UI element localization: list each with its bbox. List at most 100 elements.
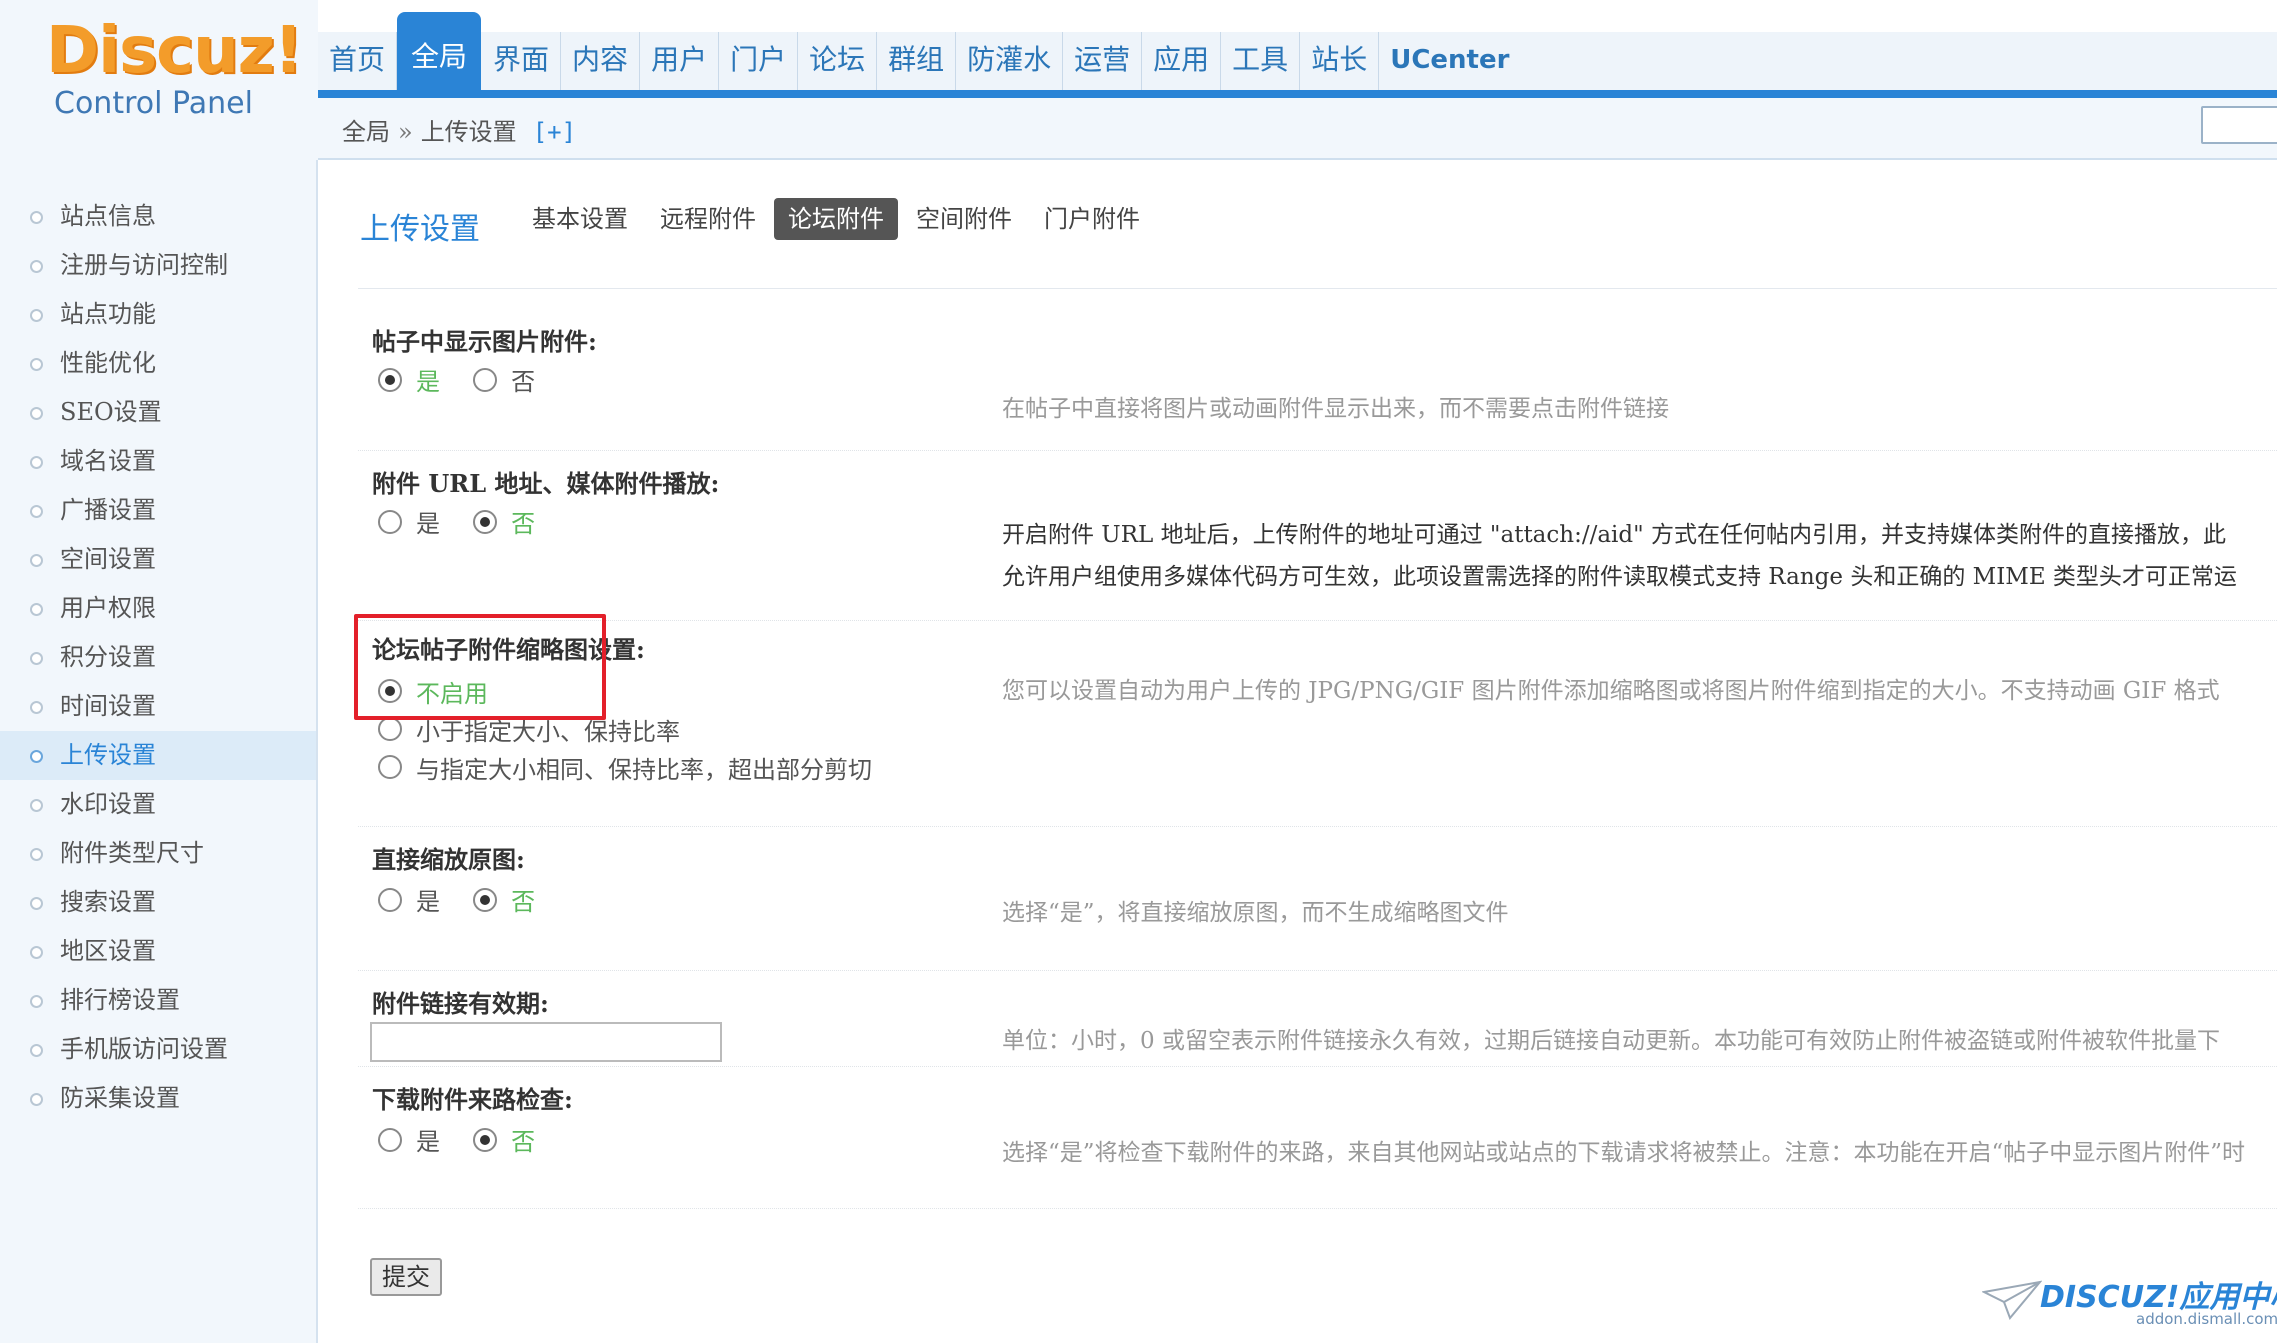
radio-no[interactable]: 否 xyxy=(473,882,535,917)
watermark: DISCUZ!应用中心 addon.dismall.com xyxy=(1982,1272,2277,1332)
radio-button[interactable] xyxy=(473,367,498,392)
nav-global[interactable]: 全局 xyxy=(397,12,482,90)
sidebar-item-label: 上传设置 xyxy=(60,741,156,769)
radio-no[interactable]: 否 xyxy=(473,362,535,397)
nav-users[interactable]: 用户 xyxy=(640,32,720,90)
sidebar-item-time[interactable]: 时间设置 xyxy=(0,682,316,731)
sidebar-item-label: 时间设置 xyxy=(60,692,156,720)
sidebar-item-performance[interactable]: 性能优化 xyxy=(0,339,316,388)
sidebar-item-seo[interactable]: SEO设置 xyxy=(0,388,316,437)
radio-group: 是 否 xyxy=(378,1122,563,1157)
bullet-icon xyxy=(30,1093,43,1106)
sidebar-item-label: 搜索设置 xyxy=(60,888,156,916)
radio-no[interactable]: 否 xyxy=(473,1122,535,1157)
radio-button[interactable] xyxy=(378,887,402,912)
sidebar-item-site-functions[interactable]: 站点功能 xyxy=(0,290,316,339)
sidebar-item-space[interactable]: 空间设置 xyxy=(0,535,316,584)
sidebar-item-broadcast[interactable]: 广播设置 xyxy=(0,486,316,535)
nav-ucenter[interactable]: UCenter xyxy=(1379,32,1520,90)
setting-label: 直接缩放原图: xyxy=(372,845,525,874)
tab-space-attachments[interactable]: 空间附件 xyxy=(902,198,1026,240)
bullet-icon xyxy=(30,946,43,959)
tabs-row: 上传设置 基本设置 远程附件 论坛附件 空间附件 门户附件 xyxy=(358,198,2277,289)
submit-button[interactable]: 提交 xyxy=(370,1258,442,1296)
tab-remote[interactable]: 远程附件 xyxy=(646,198,770,240)
add-shortcut-button[interactable]: [+] xyxy=(533,118,576,146)
nav-groups[interactable]: 群组 xyxy=(877,32,957,90)
paper-plane-icon xyxy=(1982,1280,2042,1320)
radio-button[interactable] xyxy=(378,1127,402,1152)
nav-antispam[interactable]: 防灌水 xyxy=(956,32,1064,90)
nav-portal[interactable]: 门户 xyxy=(719,32,799,90)
nav-operations[interactable]: 运营 xyxy=(1063,32,1143,90)
expiry-hours-input[interactable] xyxy=(370,1022,722,1062)
sidebar-item-label: 广播设置 xyxy=(60,496,156,524)
radio-yes[interactable]: 是 xyxy=(378,1122,440,1157)
nav-underline xyxy=(318,90,2277,98)
radio-yes[interactable]: 是 xyxy=(378,362,440,397)
bullet-icon xyxy=(30,799,43,812)
sidebar-item-label: 空间设置 xyxy=(60,545,156,573)
sidebar-item-credits[interactable]: 积分设置 xyxy=(0,633,316,682)
bullet-icon xyxy=(30,750,43,763)
sidebar-item-watermark[interactable]: 水印设置 xyxy=(0,780,316,829)
radio-button[interactable] xyxy=(473,1127,498,1152)
setting-direct-resize-body: 直接缩放原图: 是 否 选择“是”，将直接缩放原图，而不生成缩略图文件 xyxy=(358,826,2277,971)
nav-home[interactable]: 首页 xyxy=(318,32,398,90)
highlight-box xyxy=(354,614,606,720)
sidebar-item-register-access[interactable]: 注册与访问控制 xyxy=(0,241,316,290)
setting-label: 帖子中显示图片附件: xyxy=(372,327,597,356)
radio-button[interactable] xyxy=(473,887,498,912)
sidebar-item-anti-scrape[interactable]: 防采集设置 xyxy=(0,1074,316,1123)
option-label: 与指定大小相同、保持比率，超出部分剪切 xyxy=(416,755,872,784)
sidebar-item-user-permissions[interactable]: 用户权限 xyxy=(0,584,316,633)
sidebar-item-label: SEO设置 xyxy=(60,398,162,426)
nav-interface[interactable]: 界面 xyxy=(482,32,562,90)
sidebar-item-label: 手机版访问设置 xyxy=(60,1035,228,1063)
main-content: 上传设置 基本设置 远程附件 论坛附件 空间附件 门户附件 帖子中显示图片附件:… xyxy=(354,160,2277,1343)
sidebar-item-region[interactable]: 地区设置 xyxy=(0,927,316,976)
tab-basic[interactable]: 基本设置 xyxy=(518,198,642,240)
breadcrumb-separator: » xyxy=(398,118,413,146)
nav-content[interactable]: 内容 xyxy=(561,32,641,90)
sidebar-item-ranking[interactable]: 排行榜设置 xyxy=(0,976,316,1025)
radio-group: 是 否 xyxy=(378,504,563,539)
radio-button[interactable] xyxy=(378,509,402,534)
sidebar-item-label: 性能优化 xyxy=(60,349,156,377)
setting-description: 您可以设置自动为用户上传的 JPG/PNG/GIF 图片附件添加缩略图或将图片附… xyxy=(1002,678,2220,704)
tab-forum-attachments[interactable]: 论坛附件 xyxy=(774,198,898,240)
sidebar-item-site-info[interactable]: 站点信息 xyxy=(0,192,316,241)
page-title: 上传设置 xyxy=(360,212,480,247)
breadcrumb-bar: 全局 » 上传设置 [+] xyxy=(318,98,2277,160)
sidebar-item-label: 附件类型尺寸 xyxy=(60,839,204,867)
nav-apps[interactable]: 应用 xyxy=(1142,32,1222,90)
radio-button[interactable] xyxy=(473,509,498,534)
setting-label: 下载附件来路检查: xyxy=(372,1085,573,1114)
tab-portal-attachments[interactable]: 门户附件 xyxy=(1030,198,1154,240)
radio-same-size-crop[interactable]: 与指定大小相同、保持比率，超出部分剪切 xyxy=(378,748,872,786)
breadcrumb-root[interactable]: 全局 xyxy=(342,118,390,146)
settings-tabs: 基本设置 远程附件 论坛附件 空间附件 门户附件 xyxy=(518,198,1158,240)
setting-label: 附件 URL 地址、媒体附件播放: xyxy=(372,469,720,498)
sidebar-item-upload[interactable]: 上传设置 xyxy=(0,731,316,780)
radio-button[interactable] xyxy=(378,755,402,779)
bullet-icon xyxy=(30,456,43,469)
setting-link-expiry: 附件链接有效期: 单位：小时，0 或留空表示附件链接永久有效，过期后链接自动更新… xyxy=(358,970,2277,1067)
nav-forum[interactable]: 论坛 xyxy=(798,32,878,90)
sidebar-item-domain[interactable]: 域名设置 xyxy=(0,437,316,486)
nav-tools[interactable]: 工具 xyxy=(1221,32,1301,90)
radio-yes[interactable]: 是 xyxy=(378,504,440,539)
radio-button[interactable] xyxy=(378,717,402,741)
bullet-icon xyxy=(30,407,43,420)
radio-yes[interactable]: 是 xyxy=(378,882,440,917)
sidebar-item-mobile[interactable]: 手机版访问设置 xyxy=(0,1025,316,1074)
search-input[interactable] xyxy=(2201,106,2277,144)
bullet-icon xyxy=(30,995,43,1008)
nav-founder[interactable]: 站长 xyxy=(1300,32,1380,90)
radio-button[interactable] xyxy=(378,367,402,392)
sidebar-item-search[interactable]: 搜索设置 xyxy=(0,878,316,927)
sidebar-item-attachment-types[interactable]: 附件类型尺寸 xyxy=(0,829,316,878)
radio-no[interactable]: 否 xyxy=(473,504,535,539)
discuz-logo[interactable]: Discuz! Control Panel xyxy=(0,0,318,160)
setting-show-images: 帖子中显示图片附件: 是 否 在帖子中直接将图片或动画附件显示出来，而不需要点击… xyxy=(358,308,2277,451)
